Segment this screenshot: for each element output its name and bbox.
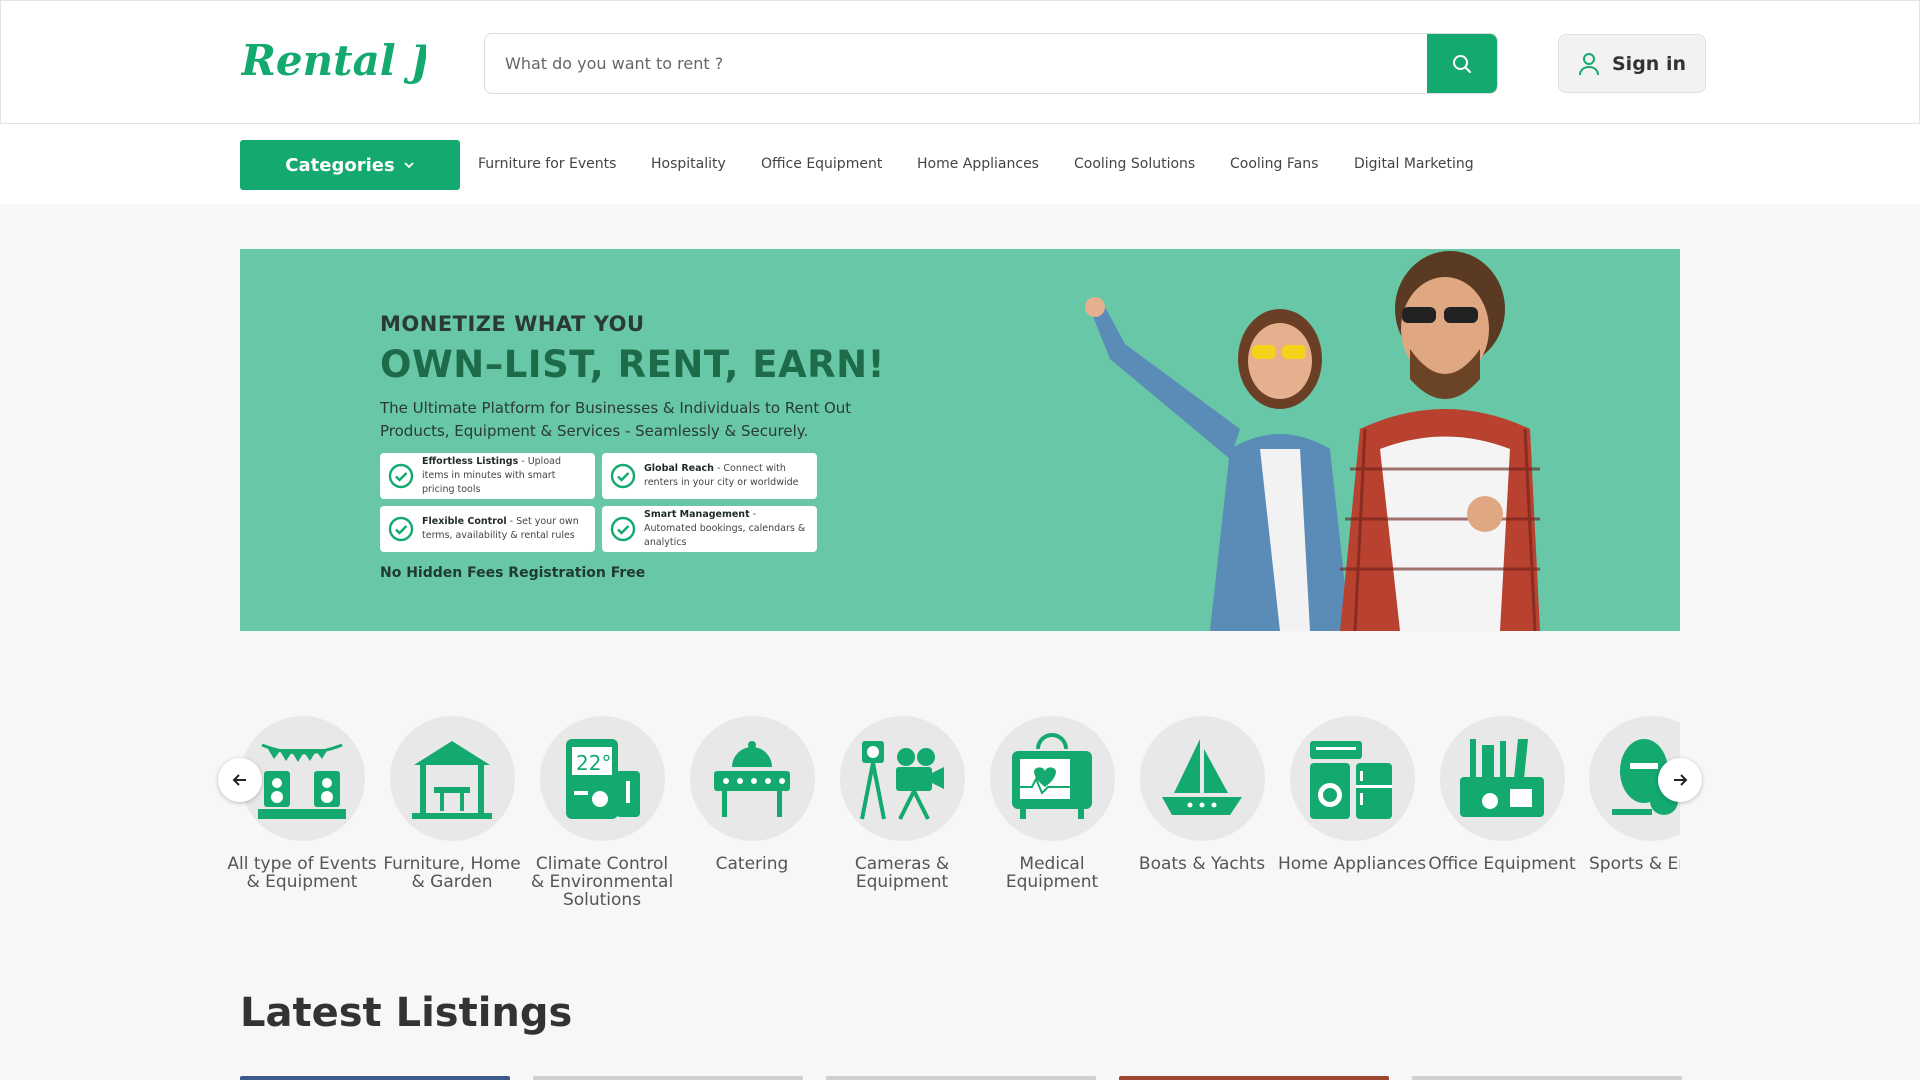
feature-title: Effortless Listings: [422, 456, 519, 467]
nav-link-hospitality[interactable]: Hospitality: [651, 156, 726, 172]
category-card[interactable]: Cameras & Equipment: [827, 716, 977, 891]
event-stage-icon: [258, 743, 346, 819]
search-button[interactable]: [1427, 34, 1497, 93]
banner-footnote: No Hidden Fees Registration Free: [380, 565, 646, 581]
feature-card: Flexible Control - Set your own terms, a…: [380, 506, 595, 552]
search-bar: [484, 33, 1498, 94]
latest-listings-heading: Latest Listings: [240, 990, 573, 1036]
feature-title: Global Reach: [644, 463, 714, 474]
category-label: Home Appliances: [1277, 854, 1427, 874]
search-input[interactable]: [485, 34, 1429, 93]
listing-card-peek[interactable]: [533, 1076, 803, 1080]
listing-card-peek[interactable]: [826, 1076, 1096, 1080]
feature-title: Flexible Control: [422, 516, 507, 527]
listing-card-peek[interactable]: [1412, 1076, 1682, 1080]
catering-cloche-icon: [714, 740, 790, 817]
arrow-left-icon: [232, 774, 246, 786]
category-card[interactable]: 22° Climate Control & Environmental Solu…: [527, 716, 677, 909]
categories-label: Categories: [285, 154, 395, 176]
category-nav: Categories Furniture for Events Hospital…: [0, 124, 1920, 204]
nav-link-office-equipment[interactable]: Office Equipment: [761, 156, 882, 172]
sign-in-button[interactable]: Sign in: [1558, 34, 1706, 93]
category-label: Sports & Entertainment: [1589, 854, 1680, 873]
check-circle-icon: [388, 463, 414, 489]
category-label: Cameras & Equipment: [854, 854, 950, 892]
feature-card: Effortless Listings - Upload items in mi…: [380, 453, 595, 499]
category-label: Climate Control & Environmental Solution…: [530, 854, 674, 910]
category-card[interactable]: Furniture, Home & Garden: [377, 716, 527, 891]
category-card[interactable]: All type of Events & Equipment: [227, 716, 377, 891]
category-label: Medical Equipment: [1005, 854, 1099, 892]
category-card[interactable]: Home Appliances: [1277, 716, 1427, 873]
appliances-icon: [1310, 740, 1392, 819]
listing-card-peek[interactable]: [240, 1076, 510, 1080]
check-circle-icon: [388, 516, 414, 542]
banner-kicker: MONETIZE WHAT YOU: [380, 312, 645, 336]
category-label: Furniture, Home & Garden: [383, 854, 521, 892]
nav-link-furniture-for-events[interactable]: Furniture for Events: [478, 156, 616, 172]
category-card[interactable]: Office Equipment: [1427, 716, 1577, 873]
banner-people-illustration: [1085, 251, 1540, 631]
banner-description: The Ultimate Platform for Businesses & I…: [380, 399, 852, 440]
listing-card-peek[interactable]: [1119, 1076, 1389, 1080]
arrow-right-icon: [1674, 774, 1688, 786]
banner-headline: OWN–LIST, RENT, EARN!: [380, 343, 885, 386]
feature-card: Global Reach - Connect with renters in y…: [602, 453, 817, 499]
category-card[interactable]: Boats & Yachts: [1127, 716, 1277, 873]
carousel-next-button[interactable]: [1658, 758, 1702, 802]
category-label: Office Equipment: [1428, 854, 1576, 874]
yacht-icon: [1162, 738, 1242, 815]
nav-link-cooling-fans[interactable]: Cooling Fans: [1230, 156, 1318, 172]
film-camera-icon: [860, 740, 944, 820]
site-header: Rental Joy Sign in: [0, 0, 1920, 124]
feature-card: Smart Management - Automated bookings, c…: [602, 506, 817, 552]
feature-title: Smart Management: [644, 509, 750, 520]
check-circle-icon: [610, 516, 636, 542]
office-supplies-icon: [1460, 738, 1544, 817]
nav-link-digital-marketing[interactable]: Digital Marketing: [1354, 156, 1474, 172]
check-circle-icon: [610, 463, 636, 489]
nav-link-home-appliances[interactable]: Home Appliances: [917, 156, 1039, 172]
search-icon: [1453, 54, 1471, 73]
nav-link-cooling-solutions[interactable]: Cooling Solutions: [1074, 156, 1195, 172]
category-carousel: All type of Events & Equipment Furniture…: [218, 716, 1702, 936]
user-icon: [1579, 52, 1599, 75]
logo-text: Rental Joy: [241, 36, 426, 85]
gazebo-icon: [412, 740, 492, 819]
category-card[interactable]: Medical Equipment: [977, 716, 1127, 891]
hero-banner[interactable]: MONETIZE WHAT YOU OWN–LIST, RENT, EARN! …: [240, 249, 1680, 631]
rental-joy-logo[interactable]: Rental Joy: [240, 25, 485, 101]
category-label: Boats & Yachts: [1138, 854, 1266, 874]
chevron-down-icon: [404, 162, 414, 169]
category-label: Catering: [715, 854, 789, 874]
sign-in-label: Sign in: [1612, 52, 1686, 75]
heart-monitor-icon: [1012, 732, 1092, 819]
thermostat-icon: 22°: [566, 738, 640, 819]
category-card[interactable]: Catering: [677, 716, 827, 873]
categories-dropdown-button[interactable]: Categories: [240, 140, 460, 190]
svg-text:22°: 22°: [576, 751, 611, 775]
carousel-prev-button[interactable]: [218, 758, 262, 802]
category-label: All type of Events & Equipment: [227, 854, 377, 892]
